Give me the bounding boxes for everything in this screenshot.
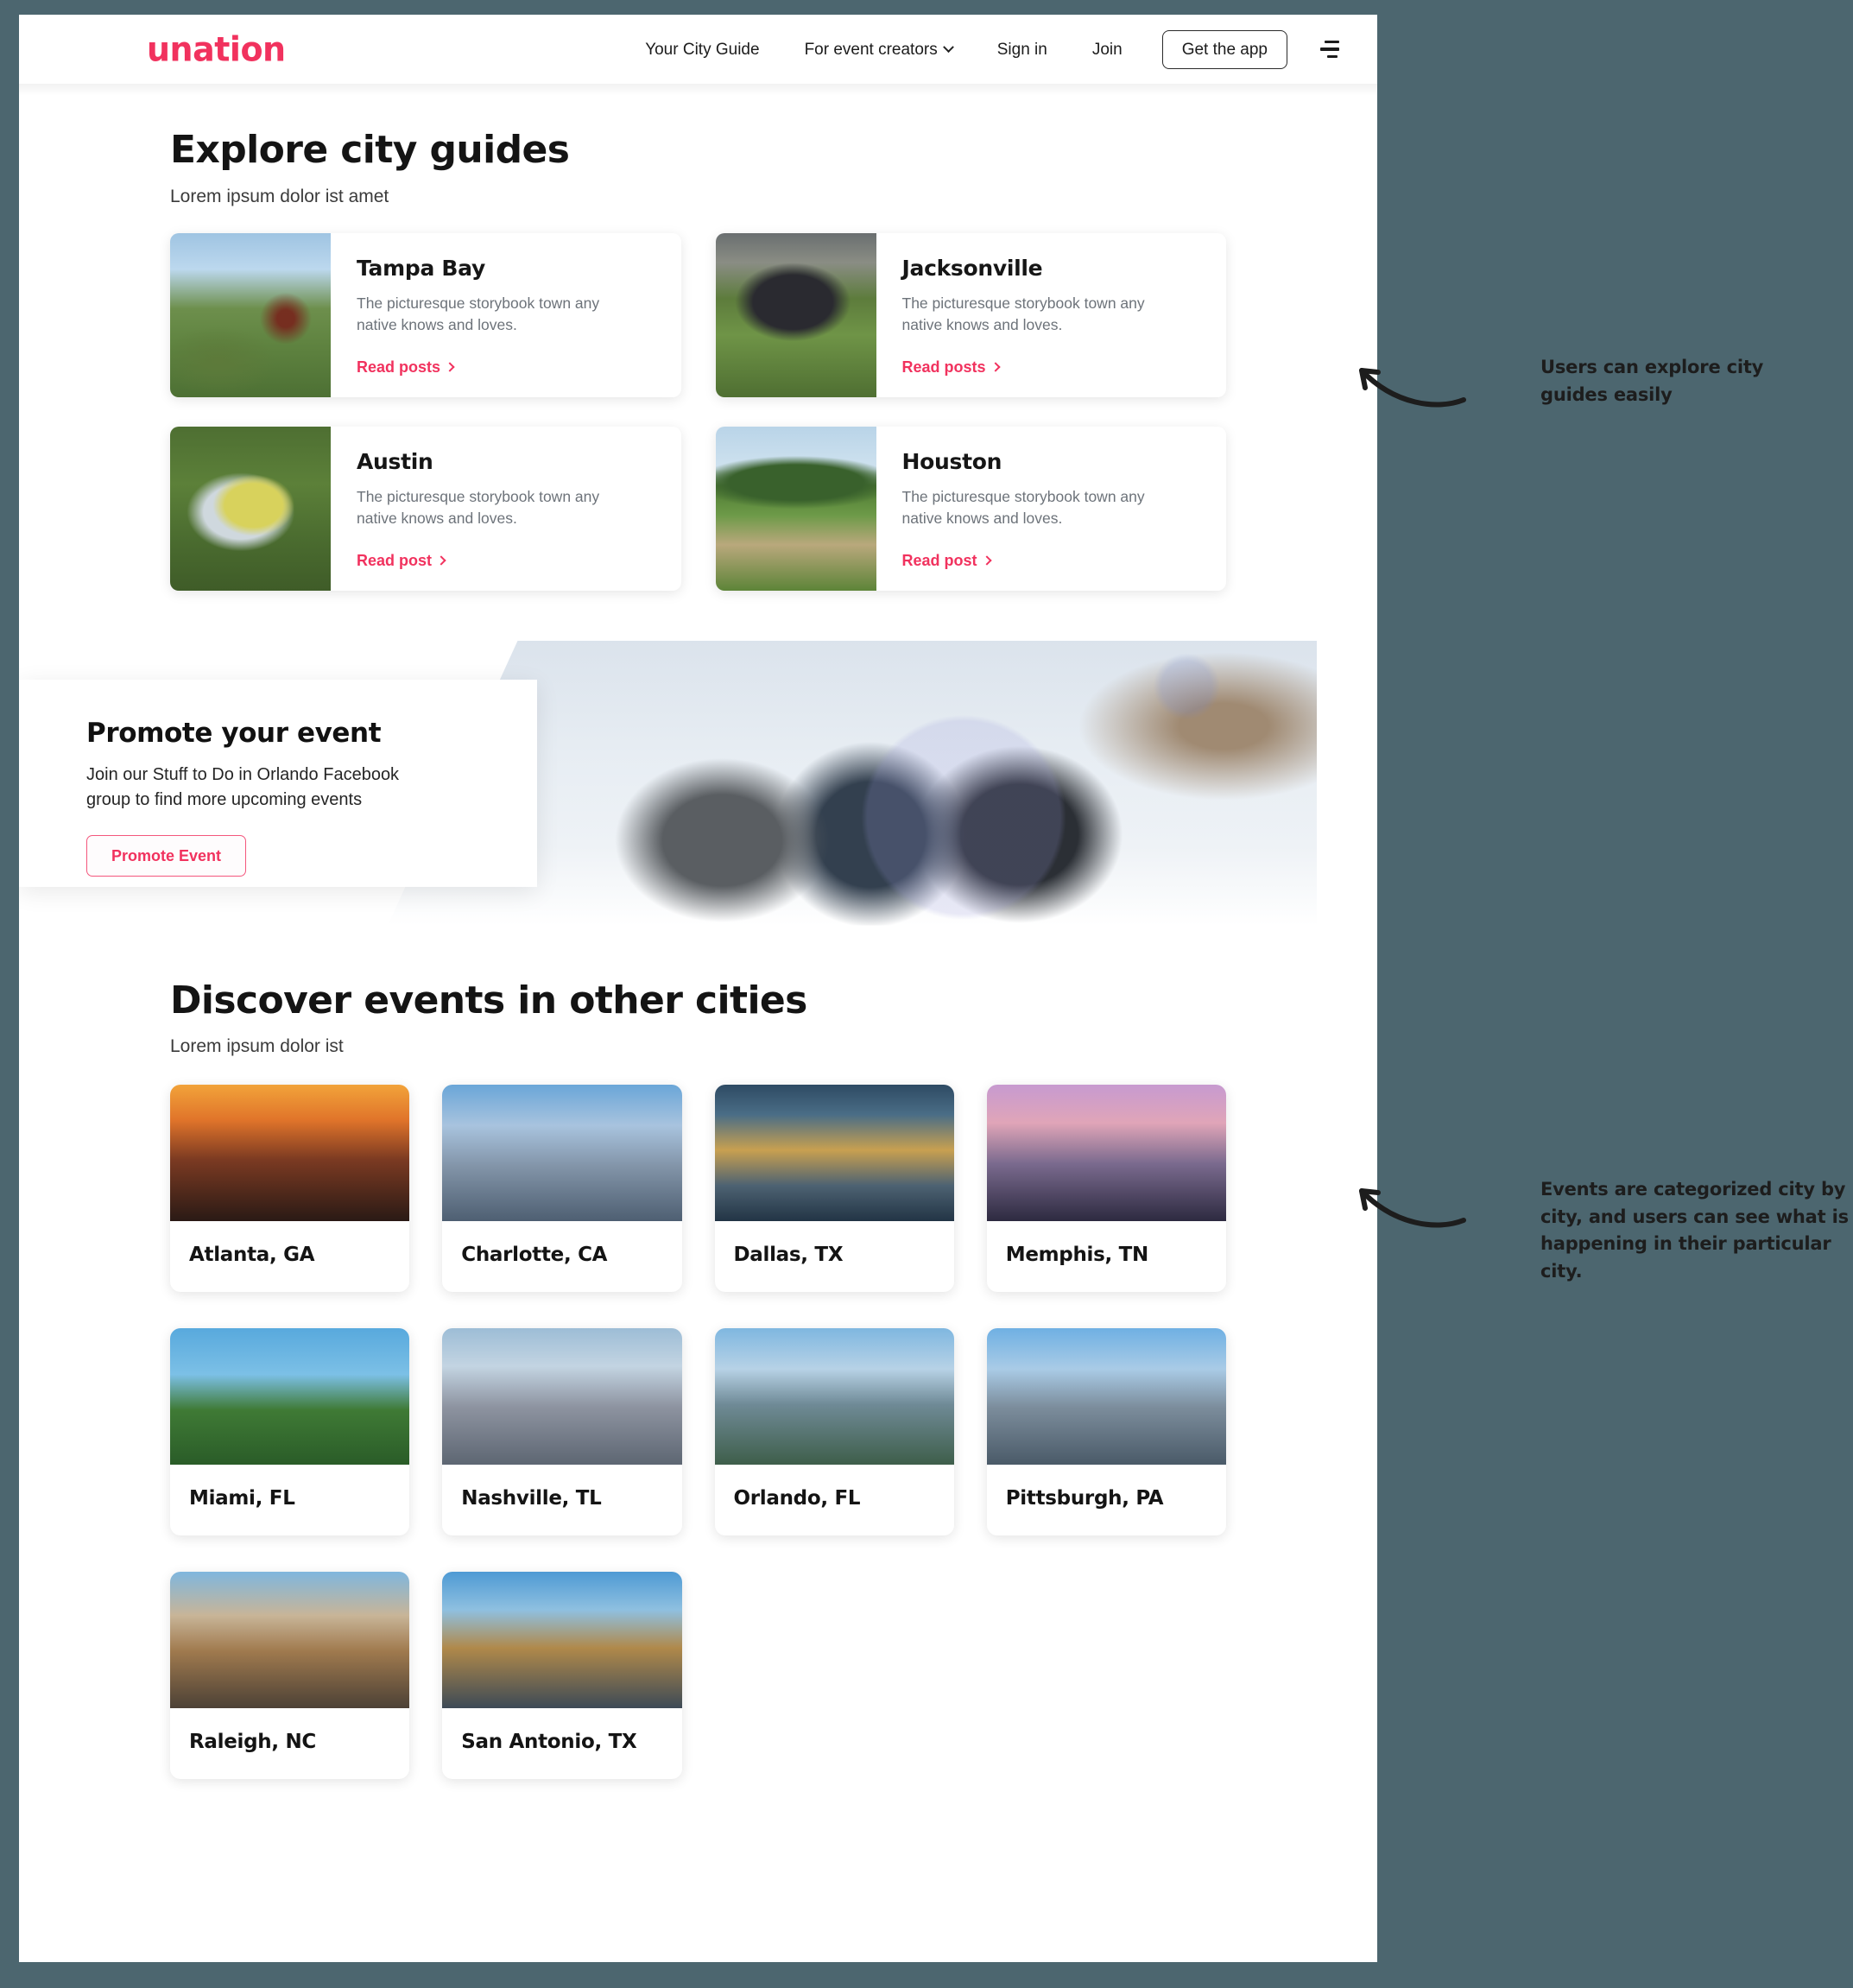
read-link-label: Read posts [357, 358, 441, 376]
guide-thumbnail-image [170, 232, 331, 397]
hamburger-line [1325, 40, 1339, 44]
guide-thumbnail-image [715, 232, 876, 397]
guide-card-title: Austin [357, 448, 433, 474]
guide-thumbnail-image [715, 426, 876, 591]
read-link-label: Read post [357, 551, 433, 569]
promote-card: Promote your event Join our Stuff to Do … [19, 679, 537, 887]
city-label: Miami, FL [189, 1487, 295, 1510]
city-guide-grid: Tampa Bay The picturesque storybook town… [170, 232, 1227, 591]
city-card-nashville[interactable]: Nashville, TL [442, 1328, 682, 1536]
city-label: Orlando, FL [733, 1487, 861, 1510]
promote-title: Promote your event [86, 717, 382, 749]
city-label: Atlanta, GA [189, 1244, 315, 1267]
city-image [170, 1572, 410, 1709]
guide-card-title: Houston [901, 448, 1002, 474]
promote-description: Join our Stuff to Do in Orlando Facebook… [86, 764, 400, 809]
guide-card-jacksonville[interactable]: Jacksonville The picturesque storybook t… [715, 232, 1227, 397]
guide-card-austin[interactable]: Austin The picturesque storybook town an… [170, 426, 681, 591]
guide-card-description: The picturesque storybook town any nativ… [357, 487, 600, 527]
guide-card-description: The picturesque storybook town any nativ… [901, 294, 1145, 333]
chevron-right-icon [445, 362, 455, 372]
hamburger-icon[interactable] [1317, 39, 1343, 60]
guide-card-read-link[interactable]: Read post [357, 536, 655, 570]
promote-event-button[interactable]: Promote Event [86, 834, 247, 877]
city-tile-grid: Atlanta, GA Charlotte, CA Dallas, TX Mem… [170, 1085, 1226, 1780]
nav-sign-in[interactable]: Sign in [975, 41, 1070, 58]
city-label: Dallas, TX [733, 1244, 844, 1267]
nav-your-city-guide[interactable]: Your City Guide [623, 41, 781, 58]
guide-card-tampa-bay[interactable]: Tampa Bay The picturesque storybook town… [170, 232, 681, 397]
city-card-san-antonio[interactable]: San Antonio, TX [442, 1572, 682, 1780]
city-image [986, 1328, 1226, 1466]
city-card-miami[interactable]: Miami, FL [170, 1328, 410, 1536]
city-card-atlanta[interactable]: Atlanta, GA [170, 1085, 410, 1293]
discover-title: Discover events in other cities [170, 978, 807, 1022]
nav-label: Join [1091, 40, 1123, 59]
read-link-label: Read posts [901, 358, 986, 376]
hamburger-line [1320, 47, 1339, 51]
read-link-label: Read post [901, 551, 977, 569]
guide-card-read-link[interactable]: Read post [902, 536, 1201, 570]
discover-section: Discover events in other cities Lorem ip… [19, 926, 1377, 1780]
discover-subtitle: Lorem ipsum dolor ist [170, 1036, 344, 1057]
guide-thumbnail-image [170, 426, 331, 591]
explore-subtitle: Lorem ipsum dolor ist amet [170, 186, 389, 206]
chevron-right-icon [981, 555, 992, 566]
main-nav: Your City Guide For event creators Sign … [623, 29, 1343, 69]
city-image [170, 1085, 410, 1222]
city-card-memphis[interactable]: Memphis, TN [986, 1085, 1226, 1293]
guide-card-read-link[interactable]: Read posts [357, 343, 655, 377]
guide-card-description: The picturesque storybook town any nativ… [901, 487, 1145, 527]
site-header: unation Your City Guide For event creato… [19, 15, 1377, 84]
guide-card-title: Jacksonville [901, 255, 1043, 281]
guide-card-title: Tampa Bay [357, 255, 485, 281]
promote-banner: Promote your event Join our Stuff to Do … [19, 640, 1377, 926]
guide-card-body: Jacksonville The picturesque storybook t… [876, 233, 1227, 397]
city-card-raleigh[interactable]: Raleigh, NC [170, 1572, 410, 1780]
chevron-right-icon [436, 555, 446, 566]
city-label: Raleigh, NC [189, 1731, 317, 1754]
nav-label: Sign in [996, 40, 1047, 59]
nav-label: For event creators [804, 40, 938, 59]
city-card-charlotte[interactable]: Charlotte, CA [442, 1085, 682, 1293]
chevron-right-icon [990, 362, 1001, 372]
page-title: Explore city guides [170, 128, 570, 172]
guide-card-body: Austin The picturesque storybook town an… [331, 427, 681, 591]
nav-label: Your City Guide [645, 40, 760, 59]
city-label: San Antonio, TX [461, 1731, 637, 1754]
explore-section: Explore city guides Lorem ipsum dolor is… [19, 96, 1377, 591]
get-the-app-button[interactable]: Get the app [1161, 29, 1287, 69]
page-canvas: unation Your City Guide For event creato… [19, 15, 1377, 1962]
guide-card-body: Tampa Bay The picturesque storybook town… [331, 233, 681, 397]
city-label: Nashville, TL [461, 1487, 602, 1510]
canvas-stage: unation Your City Guide For event creato… [0, 0, 1853, 1988]
guide-card-description: The picturesque storybook town any nativ… [357, 294, 600, 333]
unation-logo[interactable]: unation [147, 33, 286, 66]
nav-for-event-creators[interactable]: For event creators [782, 41, 975, 58]
guide-card-houston[interactable]: Houston The picturesque storybook town a… [715, 426, 1227, 591]
city-image [442, 1572, 682, 1709]
city-card-pittsburgh[interactable]: Pittsburgh, PA [986, 1328, 1226, 1536]
guide-card-body: Houston The picturesque storybook town a… [876, 427, 1227, 591]
annotation-arrow-icon [1359, 368, 1466, 408]
city-image [442, 1085, 682, 1222]
annotation-arrow-icon [1359, 1188, 1466, 1228]
city-label: Memphis, TN [1005, 1244, 1149, 1267]
hamburger-line [1327, 54, 1338, 59]
chevron-down-icon [942, 41, 954, 53]
nav-join[interactable]: Join [1070, 41, 1145, 58]
city-image [714, 1328, 954, 1466]
city-label: Charlotte, CA [461, 1244, 608, 1267]
city-image [442, 1328, 682, 1466]
guide-card-read-link[interactable]: Read posts [902, 343, 1201, 377]
header-divider [19, 84, 1377, 96]
city-card-orlando[interactable]: Orlando, FL [714, 1328, 954, 1536]
city-image [986, 1085, 1226, 1222]
city-label: Pittsburgh, PA [1005, 1487, 1164, 1510]
city-card-dallas[interactable]: Dallas, TX [714, 1085, 954, 1293]
annotation-explore-guides: Users can explore city guides easily [1540, 357, 1764, 405]
annotation-city-categorization: Events are categorized city by city, and… [1540, 1179, 1849, 1282]
city-image [714, 1085, 954, 1222]
city-image [170, 1328, 410, 1466]
